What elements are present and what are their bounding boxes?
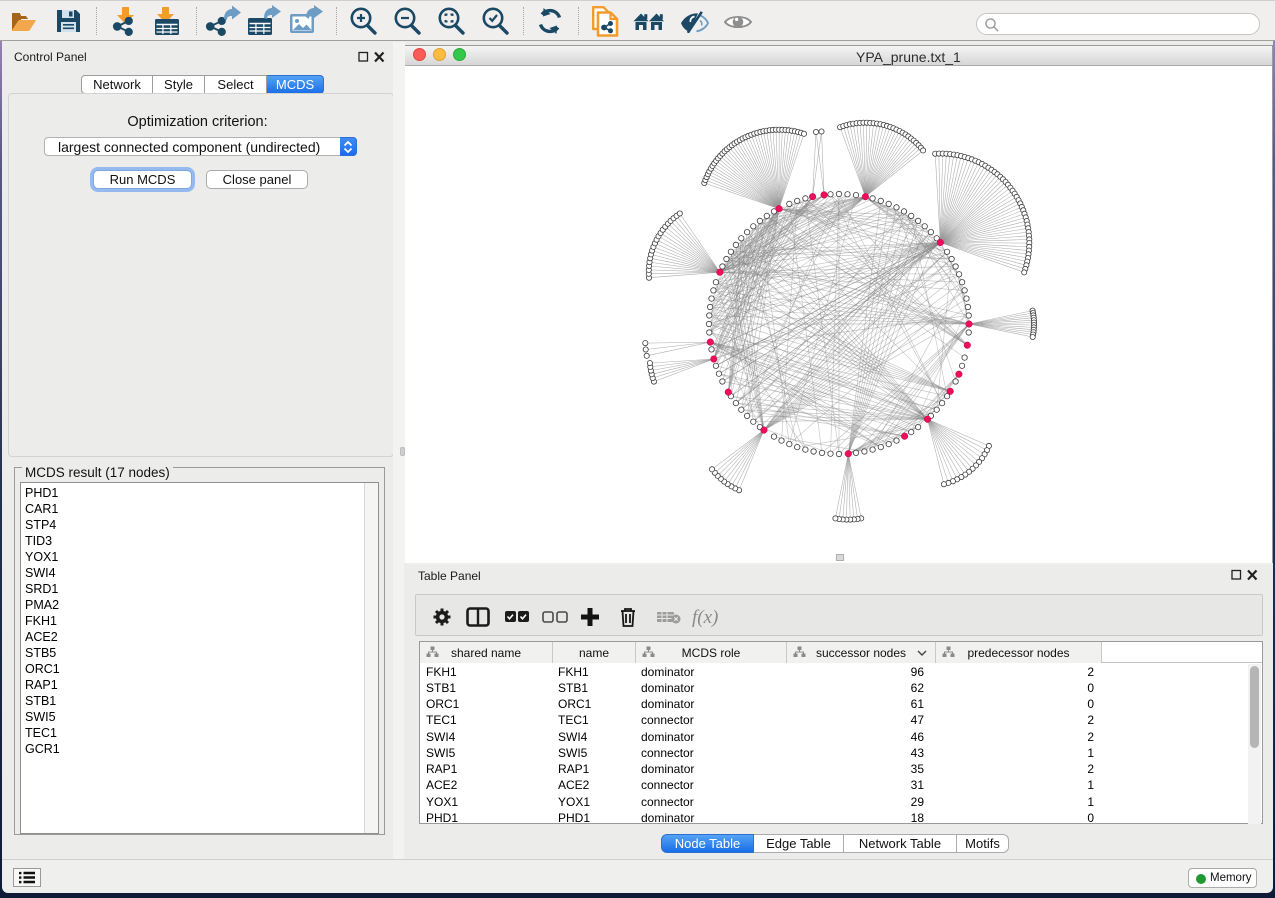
svg-text:f(x): f(x) <box>692 607 718 628</box>
